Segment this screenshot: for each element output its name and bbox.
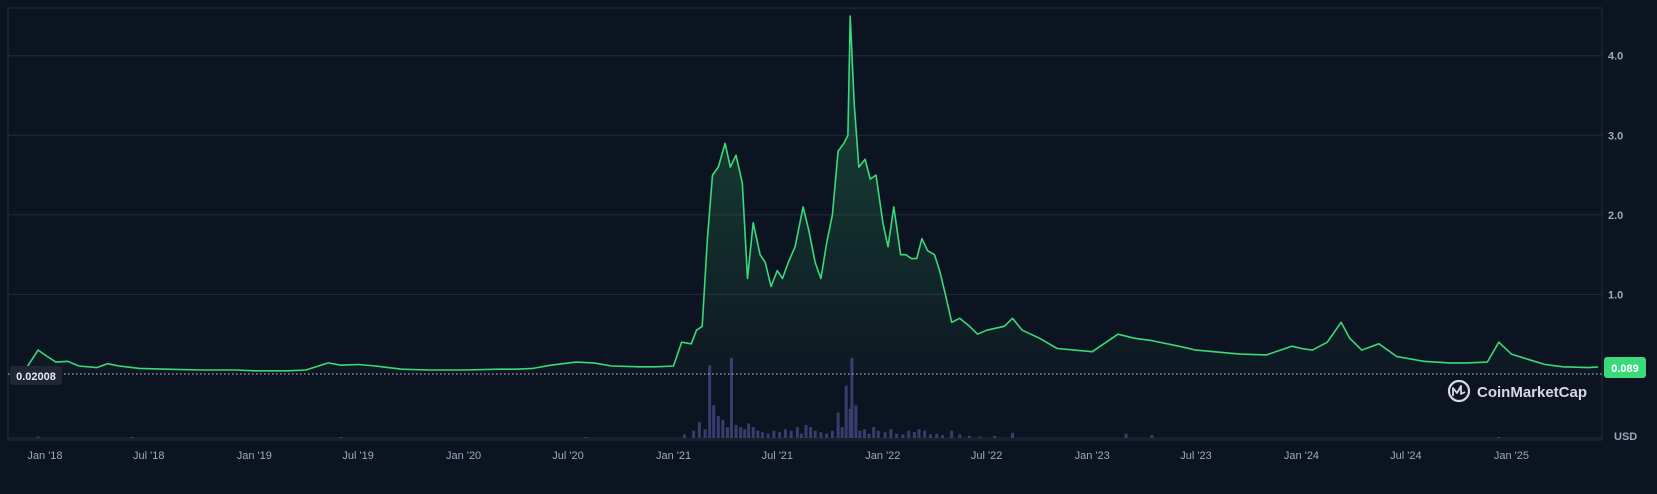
y-tick-label: 1.0: [1608, 289, 1623, 301]
volume-bar: [867, 433, 871, 438]
volume-bar: [1124, 433, 1128, 438]
volume-bar: [917, 429, 921, 438]
volume-bar: [901, 434, 905, 438]
price-chart[interactable]: 1.0 2.0 3.0 4.0 Jan '18 Jul '18 Jan '19 Jul '1…: [0, 0, 1657, 494]
volume-bar: [1497, 437, 1501, 438]
volume-bar: [1010, 432, 1014, 438]
volume-bar: [836, 412, 840, 438]
volume-bar: [734, 424, 738, 438]
volume-bar: [756, 430, 760, 438]
volume-bar: [923, 430, 927, 438]
volume-bar: [840, 427, 844, 438]
volume-bar: [889, 429, 893, 438]
reference-price-label: 0.02008: [16, 371, 56, 383]
volume-bar: [789, 430, 793, 438]
volume-bar: [703, 429, 707, 438]
y-tick-label: 2.0: [1608, 210, 1623, 222]
volume-bar: [778, 432, 782, 438]
x-tick-label: Jan '23: [1075, 450, 1110, 462]
volume-bar: [876, 430, 880, 438]
volume-bar: [747, 423, 751, 438]
volume-bar: [795, 427, 799, 438]
reference-price-badge: 0.02008: [10, 366, 62, 385]
volume-bar: [858, 430, 862, 438]
y-tick-label: 4.0: [1608, 51, 1623, 63]
x-tick-label: Jul '21: [762, 450, 793, 462]
watermark-text: CoinMarketCap: [1477, 384, 1587, 401]
x-axis-ticks: Jan '18 Jul '18 Jan '19 Jul '19 Jan '20 Jul '…: [27, 450, 1529, 462]
volume-bar: [783, 429, 787, 438]
volume-bar: [682, 434, 686, 438]
volume-bar: [697, 422, 701, 438]
volume-bar: [692, 430, 696, 438]
volume-bar: [716, 416, 720, 438]
volume-bar: [993, 435, 997, 438]
volume-bar: [712, 405, 716, 438]
volume-bar: [907, 430, 911, 438]
x-tick-label: Jan '25: [1494, 450, 1529, 462]
x-tick-label: Jan '18: [27, 450, 62, 462]
volume-bar: [130, 437, 134, 438]
volume-bar: [950, 430, 954, 438]
currency-label: USD: [1614, 431, 1637, 443]
current-price-label: 0.089: [1611, 363, 1639, 375]
x-tick-label: Jan '20: [446, 450, 481, 462]
volume-bar: [872, 427, 876, 438]
volume-bar: [772, 430, 776, 438]
x-tick-label: Jan '19: [237, 450, 272, 462]
volume-bar: [863, 429, 867, 438]
volume-bar: [766, 433, 770, 438]
x-tick-label: Jul '18: [133, 450, 164, 462]
volume-bar: [883, 432, 887, 438]
volume-bar: [809, 427, 813, 438]
volume-bar: [799, 433, 803, 438]
x-tick-label: Jul '19: [342, 450, 373, 462]
volume-bar: [739, 427, 743, 438]
x-tick-label: Jul '24: [1390, 450, 1421, 462]
volume-bar: [928, 434, 932, 438]
volume-bar: [940, 435, 944, 438]
volume-bar: [36, 436, 40, 438]
volume-bar: [725, 427, 729, 438]
volume-bar: [819, 432, 823, 438]
x-tick-label: Jan '21: [656, 450, 691, 462]
volume-bar: [844, 385, 848, 438]
volume-bar: [825, 433, 829, 438]
x-tick-label: Jul '20: [552, 450, 583, 462]
volume-bar: [813, 430, 817, 438]
volume-bar: [967, 435, 971, 438]
volume-bar: [743, 429, 747, 438]
volume-bar: [584, 437, 588, 438]
volume-bar: [1150, 435, 1154, 438]
volume-bar: [830, 430, 834, 438]
volume-bar: [760, 432, 764, 438]
volume-bar: [935, 433, 939, 438]
x-tick-label: Jul '22: [971, 450, 1002, 462]
volume-bar: [854, 405, 858, 438]
current-price-badge: 0.089: [1604, 357, 1646, 378]
volume-bar: [708, 365, 712, 438]
volume-bar: [804, 424, 808, 438]
x-tick-label: Jan '22: [865, 450, 900, 462]
volume-bar: [978, 436, 982, 438]
volume-bar: [751, 427, 755, 438]
y-axis-ticks: 1.0 2.0 3.0 4.0: [1608, 51, 1623, 302]
x-tick-label: Jul '23: [1180, 450, 1211, 462]
y-tick-label: 3.0: [1608, 130, 1623, 142]
volume-bar: [912, 432, 916, 438]
volume-bar: [721, 419, 725, 438]
volume-bar: [895, 433, 899, 438]
volume-bar: [339, 437, 343, 438]
x-tick-label: Jan '24: [1284, 450, 1319, 462]
volume-bar: [958, 434, 962, 438]
